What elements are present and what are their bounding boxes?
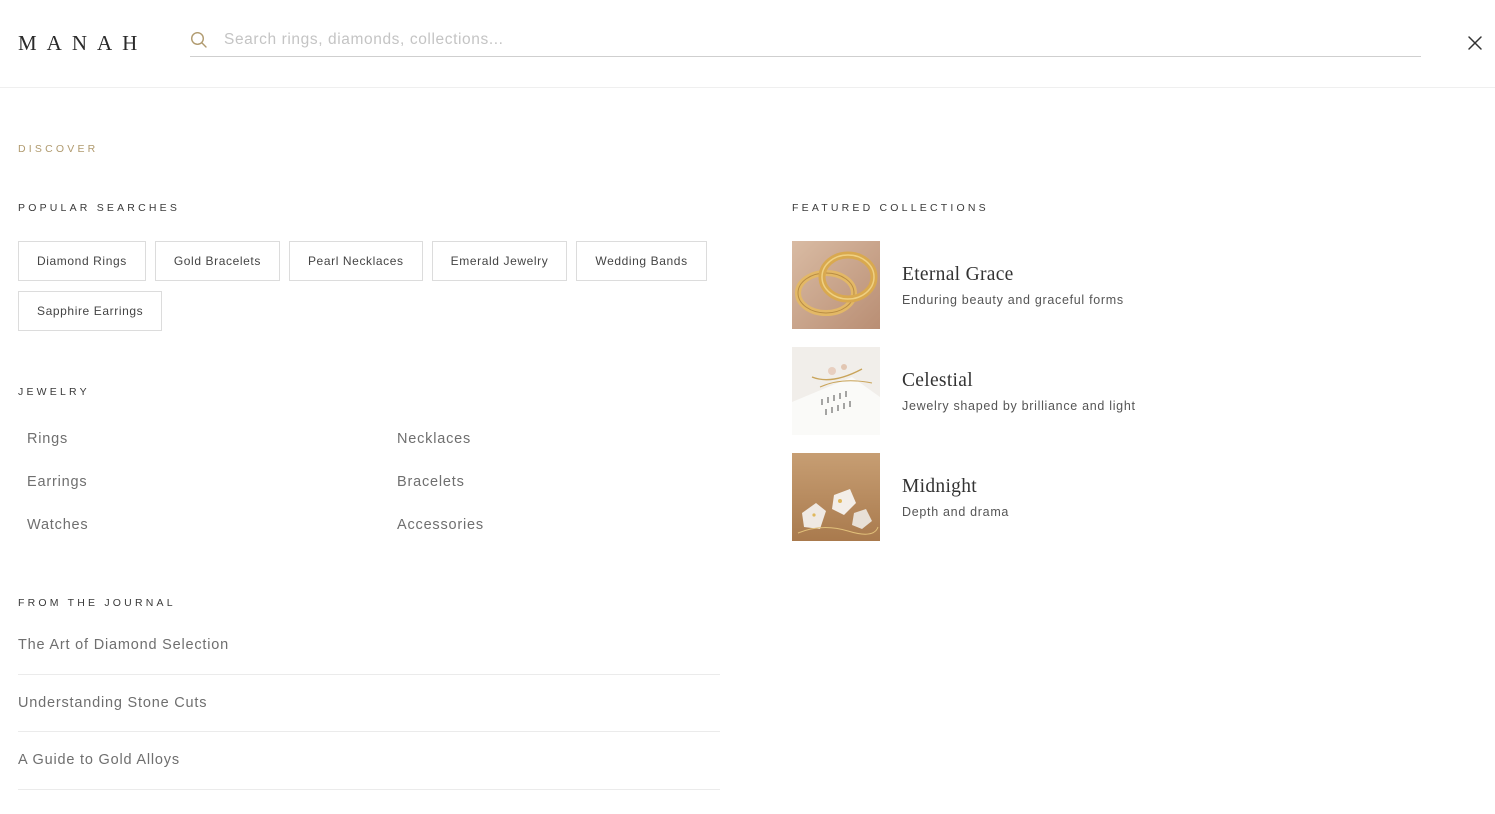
search-input[interactable]	[224, 28, 1404, 52]
jewelry-link-watches[interactable]: Watches	[27, 515, 397, 535]
search-icon[interactable]	[190, 31, 208, 49]
journal-article[interactable]: Understanding Stone Cuts	[18, 675, 720, 732]
jewelry-link-earrings[interactable]: Earrings	[27, 472, 397, 492]
collection-thumbnail	[792, 453, 880, 541]
brand-logo[interactable]: MANAH	[18, 30, 147, 56]
collection-title: Midnight	[902, 476, 977, 497]
jewelry-link-accessories[interactable]: Accessories	[397, 515, 727, 535]
jewelry-heading: JEWELRY	[18, 386, 90, 398]
collection-title: Celestial	[902, 370, 973, 391]
popular-search-chips: Diamond Rings Gold Bracelets Pearl Neckl…	[18, 241, 728, 331]
collection-thumbnail	[792, 347, 880, 435]
collection-subtitle: Jewelry shaped by brilliance and light	[902, 399, 1136, 413]
journal-list: The Art of Diamond Selection Understandi…	[18, 617, 720, 790]
collection-thumbnail	[792, 241, 880, 329]
jewelry-link-necklaces[interactable]: Necklaces	[397, 429, 727, 449]
collection-midnight[interactable]: Midnight Depth and drama	[792, 453, 1392, 559]
search-header: MANAH	[0, 0, 1495, 88]
featured-collections-list: Eternal Grace Enduring beauty and gracef…	[792, 241, 1392, 559]
collection-title: Eternal Grace	[902, 264, 1014, 285]
chip-sapphire-earrings[interactable]: Sapphire Earrings	[18, 291, 163, 331]
chip-wedding-bands[interactable]: Wedding Bands	[576, 241, 707, 281]
chip-emerald-jewelry[interactable]: Emerald Jewelry	[431, 241, 568, 281]
popular-searches-heading: POPULAR SEARCHES	[18, 202, 181, 214]
journal-article[interactable]: The Art of Diamond Selection	[18, 617, 720, 675]
jewelry-link-rings[interactable]: Rings	[27, 429, 397, 449]
chip-pearl-necklaces[interactable]: Pearl Necklaces	[288, 241, 423, 281]
close-icon[interactable]	[1465, 33, 1485, 53]
collection-subtitle: Enduring beauty and graceful forms	[902, 293, 1124, 307]
chip-diamond-rings[interactable]: Diamond Rings	[18, 241, 146, 281]
collection-eternal-grace[interactable]: Eternal Grace Enduring beauty and gracef…	[792, 241, 1392, 347]
jewelry-link-bracelets[interactable]: Bracelets	[397, 472, 727, 492]
chip-gold-bracelets[interactable]: Gold Bracelets	[154, 241, 280, 281]
featured-collections-heading: FEATURED COLLECTIONS	[792, 202, 989, 214]
discover-label: DISCOVER	[18, 143, 99, 155]
journal-heading: FROM THE JOURNAL	[18, 597, 176, 609]
jewelry-links: Rings Necklaces Earrings Bracelets Watch…	[27, 429, 727, 535]
collection-celestial[interactable]: Celestial Jewelry shaped by brilliance a…	[792, 347, 1392, 453]
journal-article[interactable]: A Guide to Gold Alloys	[18, 732, 720, 790]
search-bar	[190, 26, 1421, 57]
collection-subtitle: Depth and drama	[902, 505, 1010, 519]
